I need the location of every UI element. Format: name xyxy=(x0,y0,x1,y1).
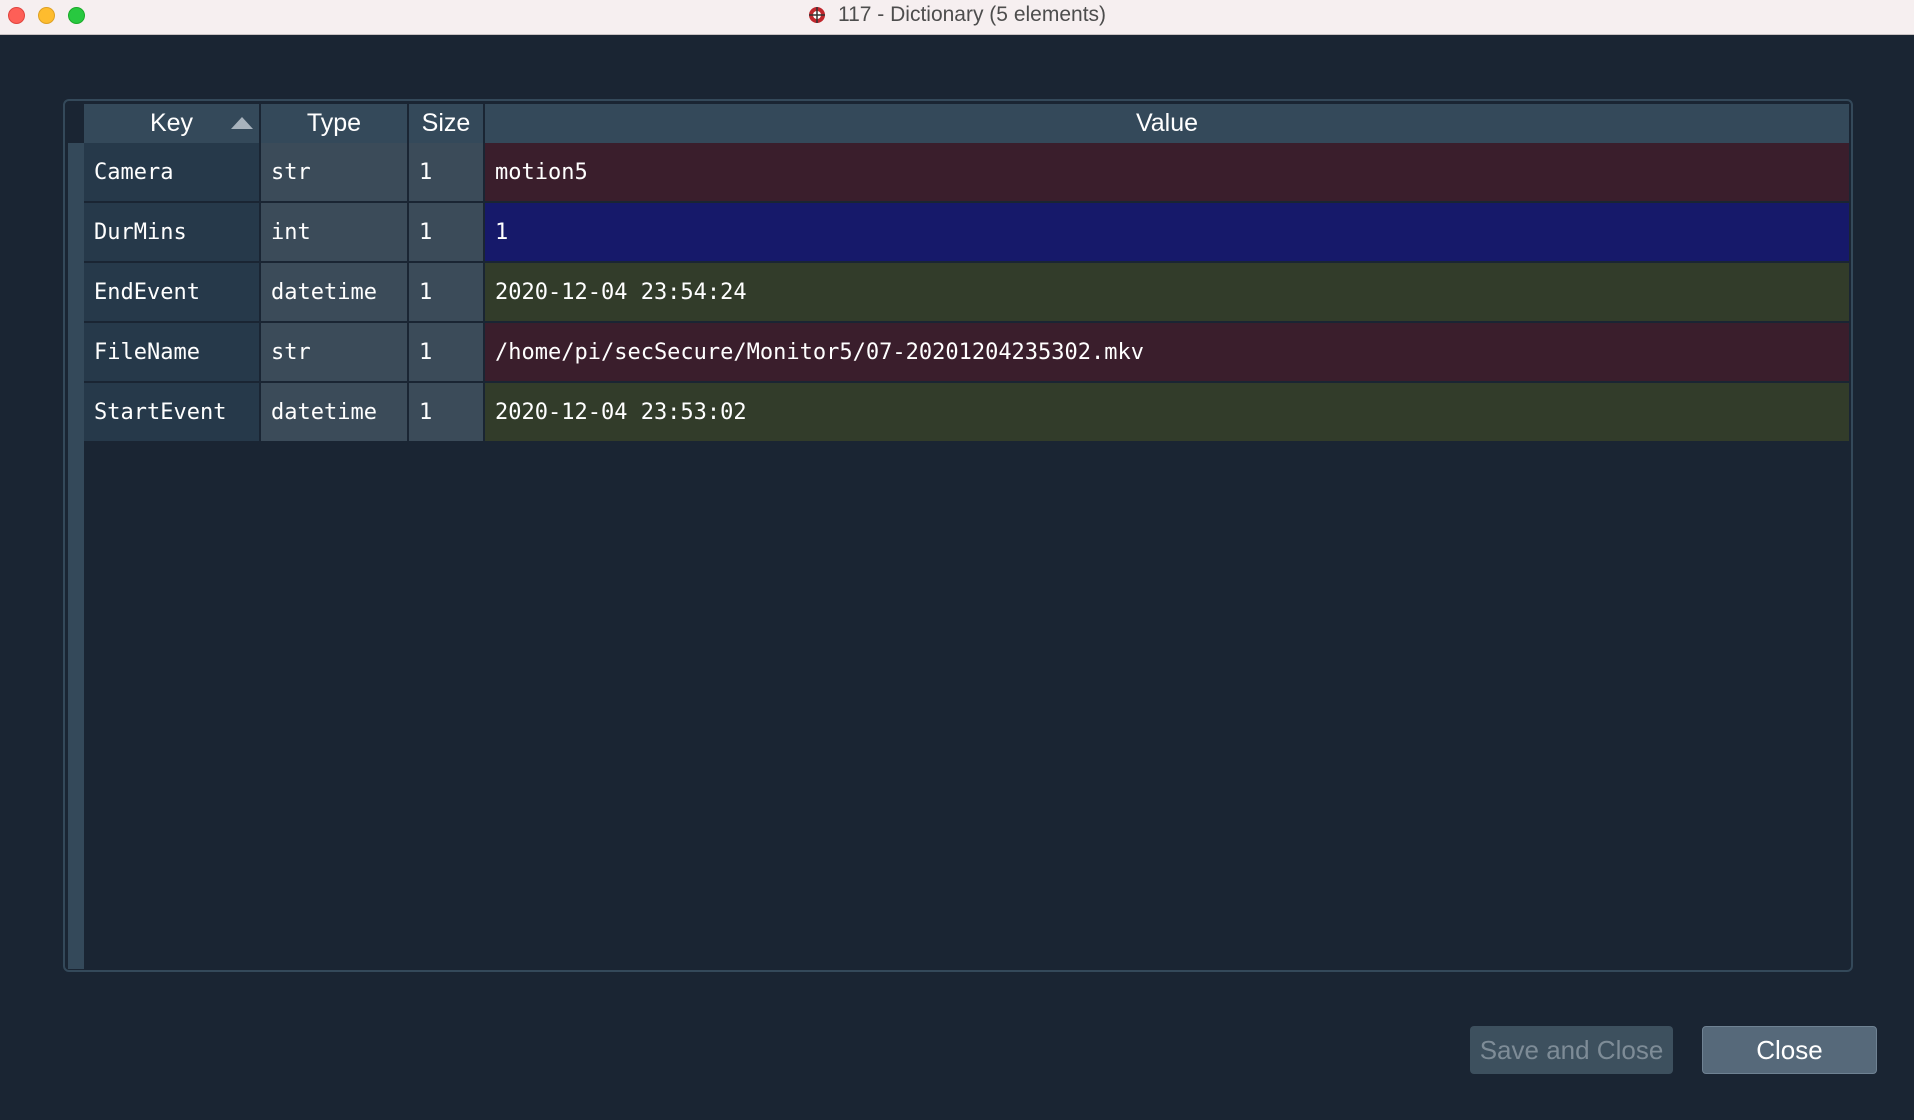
key-cell[interactable]: Camera xyxy=(84,143,261,201)
type-cell[interactable]: str xyxy=(261,323,409,381)
table-row[interactable]: StartEvent datetime 1 2020-12-04 23:53:0… xyxy=(84,383,1849,443)
window-title: 117 - Dictionary (5 elements) xyxy=(837,3,1107,26)
title-bar[interactable]: 117 - Dictionary (5 elements) xyxy=(0,0,1914,35)
column-header-size[interactable]: Size xyxy=(409,104,485,143)
save-and-close-button[interactable]: Save and Close xyxy=(1470,1026,1673,1074)
type-cell[interactable]: datetime xyxy=(261,383,409,441)
size-cell[interactable]: 1 xyxy=(409,323,485,381)
type-cell[interactable]: str xyxy=(261,143,409,201)
value-cell[interactable]: 2020-12-04 23:54:24 xyxy=(485,263,1849,321)
size-cell[interactable]: 1 xyxy=(409,143,485,201)
value-cell[interactable]: motion5 xyxy=(485,143,1849,201)
value-cell[interactable]: /home/pi/secSecure/Monitor5/07-202012042… xyxy=(485,323,1849,381)
size-cell[interactable]: 1 xyxy=(409,263,485,321)
table-row[interactable]: DurMins int 1 1 xyxy=(84,203,1849,263)
size-cell[interactable]: 1 xyxy=(409,383,485,441)
table-header: Key Type Size Value xyxy=(84,104,1849,143)
table-body: Camera str 1 motion5 DurMins int 1 1 End… xyxy=(84,143,1849,443)
row-header-column[interactable] xyxy=(68,143,84,969)
column-header-type-label: Type xyxy=(306,109,362,137)
close-button[interactable]: Close xyxy=(1702,1026,1877,1074)
column-header-key-label: Key xyxy=(149,109,194,137)
column-header-value-label: Value xyxy=(1135,109,1199,137)
column-header-size-label: Size xyxy=(421,109,471,137)
key-cell[interactable]: FileName xyxy=(84,323,261,381)
key-cell[interactable]: EndEvent xyxy=(84,263,261,321)
type-cell[interactable]: int xyxy=(261,203,409,261)
dictionary-editor-window: 117 - Dictionary (5 elements) Key Type S… xyxy=(0,0,1914,1120)
spyder-icon xyxy=(808,7,825,23)
type-cell[interactable]: datetime xyxy=(261,263,409,321)
size-cell[interactable]: 1 xyxy=(409,203,485,261)
window-title-wrap: 117 - Dictionary (5 elements) xyxy=(0,0,1914,30)
key-cell[interactable]: StartEvent xyxy=(84,383,261,441)
column-header-type[interactable]: Type xyxy=(261,104,409,143)
sort-ascending-icon xyxy=(231,117,253,129)
column-header-value[interactable]: Value xyxy=(485,104,1849,143)
key-cell[interactable]: DurMins xyxy=(84,203,261,261)
table-row[interactable]: Camera str 1 motion5 xyxy=(84,143,1849,203)
value-cell[interactable]: 2020-12-04 23:53:02 xyxy=(485,383,1849,441)
table-row[interactable]: FileName str 1 /home/pi/secSecure/Monito… xyxy=(84,323,1849,383)
value-cell[interactable]: 1 xyxy=(485,203,1849,261)
table-row[interactable]: EndEvent datetime 1 2020-12-04 23:54:24 xyxy=(84,263,1849,323)
column-header-key[interactable]: Key xyxy=(84,104,261,143)
